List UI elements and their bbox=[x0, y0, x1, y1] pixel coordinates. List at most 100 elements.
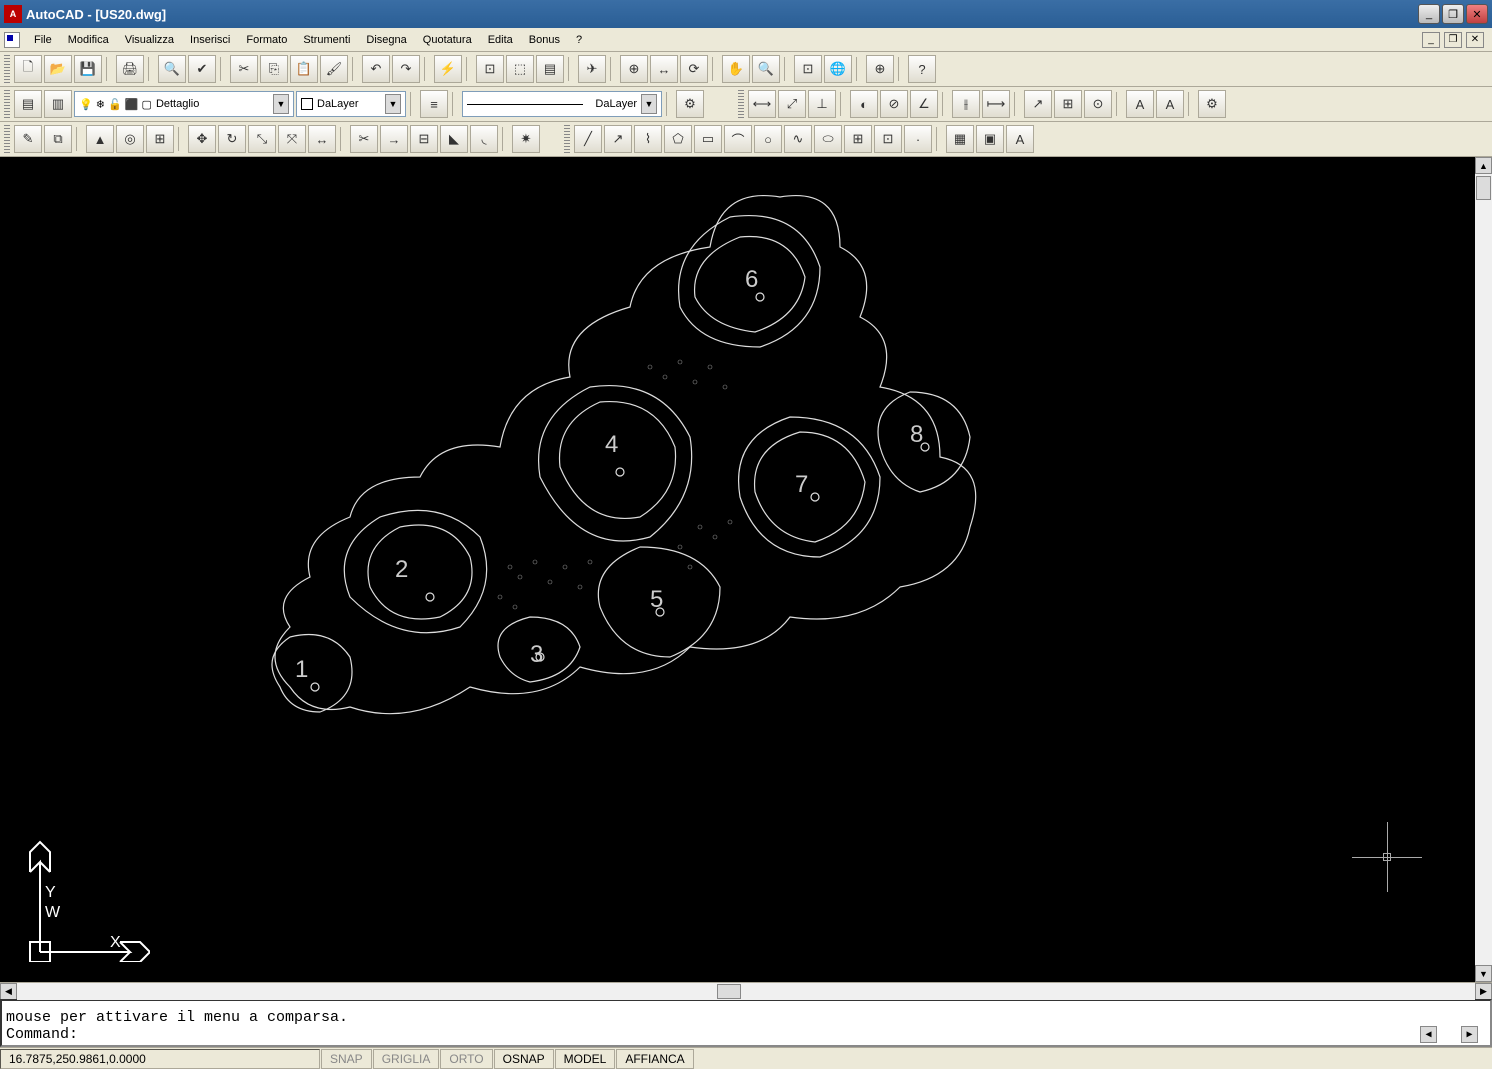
dim-tedit-icon[interactable]: A bbox=[1156, 90, 1184, 118]
break-icon[interactable]: ⊟ bbox=[410, 125, 438, 153]
cmd-scroll-right-icon[interactable]: ▶ bbox=[1461, 1026, 1478, 1043]
dim-linear-icon[interactable]: ⟷ bbox=[748, 90, 776, 118]
spell-icon[interactable]: ✔ bbox=[188, 55, 216, 83]
menu-quotatura[interactable]: Quotatura bbox=[415, 31, 480, 49]
menu-formato[interactable]: Formato bbox=[238, 31, 295, 49]
dim-tolerance-icon[interactable]: ⊞ bbox=[1054, 90, 1082, 118]
open-icon[interactable]: 📂 bbox=[44, 55, 72, 83]
close-button[interactable]: ✕ bbox=[1466, 4, 1488, 24]
aerial-icon[interactable]: ✈ bbox=[578, 55, 606, 83]
new-icon[interactable]: 🗋 bbox=[14, 55, 42, 83]
scroll-thumb[interactable] bbox=[717, 984, 741, 999]
toolbar-handle[interactable] bbox=[738, 90, 744, 118]
point-icon[interactable]: · bbox=[904, 125, 932, 153]
chamfer-icon[interactable]: ◣ bbox=[440, 125, 468, 153]
xline-icon[interactable]: ↗ bbox=[604, 125, 632, 153]
scale-icon[interactable]: ⤡ bbox=[248, 125, 276, 153]
cut-icon[interactable]: ✂ bbox=[230, 55, 258, 83]
dist-icon[interactable]: ↔ bbox=[650, 55, 678, 83]
help-icon[interactable]: ? bbox=[908, 55, 936, 83]
toggle-orto[interactable]: ORTO bbox=[440, 1049, 492, 1069]
mirror-icon[interactable]: ▲ bbox=[86, 125, 114, 153]
dim-edit-icon[interactable]: A bbox=[1126, 90, 1154, 118]
fillet-icon[interactable]: ◟ bbox=[470, 125, 498, 153]
zoom-win-icon[interactable]: ⊡ bbox=[794, 55, 822, 83]
menu-disegna[interactable]: Disegna bbox=[358, 31, 414, 49]
zoom-prev-icon[interactable]: 🌐 bbox=[824, 55, 852, 83]
dim-continue-icon[interactable]: ⟼ bbox=[982, 90, 1010, 118]
dim-angular-icon[interactable]: ∠ bbox=[910, 90, 938, 118]
menu-visualizza[interactable]: Visualizza bbox=[117, 31, 182, 49]
layer-manager-icon[interactable]: ▤ bbox=[14, 90, 42, 118]
layer-combo[interactable]: 💡 ❄ 🔓 ⬛ ▢ Dettaglio ▼ bbox=[74, 91, 294, 117]
menu-strumenti[interactable]: Strumenti bbox=[295, 31, 358, 49]
explode-icon[interactable]: ✷ bbox=[512, 125, 540, 153]
dim-baseline-icon[interactable]: ⫲ bbox=[952, 90, 980, 118]
mdi-minimize[interactable]: _ bbox=[1422, 32, 1440, 48]
spline-icon[interactable]: ∿ bbox=[784, 125, 812, 153]
move-icon[interactable]: ✥ bbox=[188, 125, 216, 153]
copy-obj-icon[interactable]: ⧉ bbox=[44, 125, 72, 153]
scroll-down-icon[interactable]: ▼ bbox=[1475, 965, 1492, 982]
rotate-icon[interactable]: ↻ bbox=[218, 125, 246, 153]
menu-modifica[interactable]: Modifica bbox=[60, 31, 117, 49]
mdi-close[interactable]: ✕ bbox=[1466, 32, 1484, 48]
toolbar-handle[interactable] bbox=[4, 90, 10, 118]
dim-leader-icon[interactable]: ↗ bbox=[1024, 90, 1052, 118]
scroll-right-icon[interactable]: ▶ bbox=[1475, 983, 1492, 1000]
insert-block-icon[interactable]: ⊞ bbox=[844, 125, 872, 153]
menu-file[interactable]: File bbox=[26, 31, 60, 49]
circle-icon[interactable]: ○ bbox=[754, 125, 782, 153]
save-icon[interactable]: 💾 bbox=[74, 55, 102, 83]
polygon-icon[interactable]: ⬠ bbox=[664, 125, 692, 153]
properties-icon[interactable]: ⚙ bbox=[676, 90, 704, 118]
tracking-icon[interactable]: ⊕ bbox=[620, 55, 648, 83]
undo-icon[interactable]: ↶ bbox=[362, 55, 390, 83]
stretch-icon[interactable]: ⤧ bbox=[278, 125, 306, 153]
copy-icon[interactable]: ⎘ bbox=[260, 55, 288, 83]
scroll-thumb[interactable] bbox=[1476, 176, 1491, 200]
ellipse-icon[interactable]: ⬭ bbox=[814, 125, 842, 153]
dim-center-icon[interactable]: ⊙ bbox=[1084, 90, 1112, 118]
mdi-restore[interactable]: ❐ bbox=[1444, 32, 1462, 48]
dropdown-arrow-icon[interactable]: ▼ bbox=[385, 94, 401, 114]
dim-ordinate-icon[interactable]: ⊥ bbox=[808, 90, 836, 118]
lengthen-icon[interactable]: ↔ bbox=[308, 125, 336, 153]
menu-help[interactable]: ? bbox=[568, 31, 590, 49]
color-combo[interactable]: DaLayer ▼ bbox=[296, 91, 406, 117]
linetype-combo[interactable]: DaLayer ▼ bbox=[462, 91, 662, 117]
launch-icon[interactable]: ⚡ bbox=[434, 55, 462, 83]
pan-rt-icon[interactable]: ✋ bbox=[722, 55, 750, 83]
redraw-icon[interactable]: ⟳ bbox=[680, 55, 708, 83]
menu-inserisci[interactable]: Inserisci bbox=[182, 31, 238, 49]
scroll-left-icon[interactable]: ◀ bbox=[0, 983, 17, 1000]
erase-icon[interactable]: ✎ bbox=[14, 125, 42, 153]
redo-icon[interactable]: ↷ bbox=[392, 55, 420, 83]
cmd-scroll-left-icon[interactable]: ◀ bbox=[1420, 1026, 1437, 1043]
hatch-draw-icon[interactable]: ▦ bbox=[946, 125, 974, 153]
dim-radius-icon[interactable]: ◐ bbox=[850, 90, 878, 118]
menu-edita[interactable]: Edita bbox=[480, 31, 521, 49]
layer-states-icon[interactable]: ▥ bbox=[44, 90, 72, 118]
menu-bonus[interactable]: Bonus bbox=[521, 31, 568, 49]
dim-aligned-icon[interactable]: ⤢ bbox=[778, 90, 806, 118]
preview-icon[interactable]: 🔍 bbox=[158, 55, 186, 83]
region-icon[interactable]: ▣ bbox=[976, 125, 1004, 153]
arc-icon[interactable]: ⌒ bbox=[724, 125, 752, 153]
mtext-icon[interactable]: A bbox=[1006, 125, 1034, 153]
scroll-up-icon[interactable]: ▲ bbox=[1475, 157, 1492, 174]
line-icon[interactable]: ╱ bbox=[574, 125, 602, 153]
toolbar-handle[interactable] bbox=[4, 125, 10, 153]
make-block-icon[interactable]: ⊡ bbox=[874, 125, 902, 153]
offset-icon[interactable]: ◎ bbox=[116, 125, 144, 153]
array-icon[interactable]: ⊞ bbox=[146, 125, 174, 153]
rectangle-icon[interactable]: ▭ bbox=[694, 125, 722, 153]
dropdown-arrow-icon[interactable]: ▼ bbox=[641, 94, 657, 114]
pline-icon[interactable]: ⌇ bbox=[634, 125, 662, 153]
command-line[interactable]: mouse per attivare il menu a comparsa. C… bbox=[0, 999, 1492, 1047]
linetype-icon[interactable]: ≡ bbox=[420, 90, 448, 118]
toggle-griglia[interactable]: GRIGLIA bbox=[373, 1049, 440, 1069]
horizontal-scrollbar[interactable]: ◀ ▶ bbox=[0, 982, 1492, 999]
dim-style-icon[interactable]: ⚙ bbox=[1198, 90, 1226, 118]
toggle-model[interactable]: MODEL bbox=[555, 1049, 616, 1069]
